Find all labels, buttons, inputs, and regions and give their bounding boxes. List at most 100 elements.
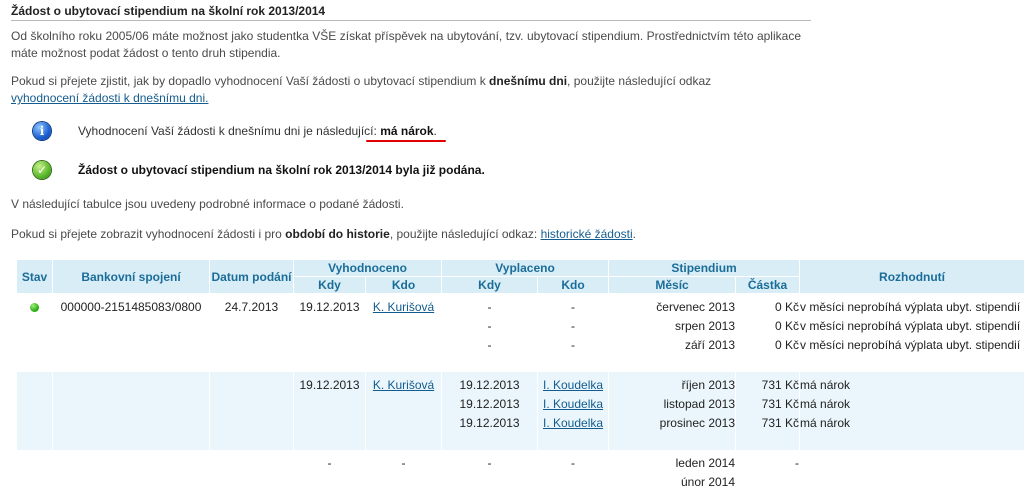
castka: 731 Kč xyxy=(736,414,799,433)
mesic: prosinec 2013 xyxy=(609,414,735,433)
vyh-kdo-cell: K. Kurišová xyxy=(366,372,442,450)
mesic: únor 2014 xyxy=(609,473,735,492)
header-vyp-kdy: Kdy xyxy=(442,277,538,294)
mesic: leden 2014 xyxy=(609,454,735,473)
vyh-kdy: - xyxy=(294,454,365,473)
vyp-kdy-cell: 19.12.2013 19.12.2013 19.12.2013 xyxy=(442,372,538,450)
info-notice-text: Vyhodnocení Vaší žádosti k dnešnímu dni … xyxy=(78,124,437,138)
vyh-kdy-cell: 19.12.2013 xyxy=(294,294,366,373)
table-row: 000000-2151485083/0800 24.7.2013 19.12.2… xyxy=(17,294,1024,373)
history-paragraph: Pokud si přejete zobrazit vyhodnocení žá… xyxy=(11,226,801,243)
success-notice-text: Žádost o ubytovací stipendium na školní … xyxy=(78,163,485,177)
evaluator-link[interactable]: K. Kurišová xyxy=(373,300,434,314)
history-bold: období do historie xyxy=(285,227,390,241)
table-row: - - - - leden 2014 únor 2014 - xyxy=(17,450,1024,492)
header-datum: Datum podání xyxy=(210,260,294,294)
rozhodnuti-cell: v měsíci neprobíhá výplata ubyt. stipend… xyxy=(800,294,1024,373)
vyp-kdo-cell: I. Koudelka I. Koudelka I. Koudelka xyxy=(538,372,609,450)
mesic: listopad 2013 xyxy=(609,395,735,414)
mesic-cell: říjen 2013 listopad 2013 prosinec 2013 xyxy=(609,372,736,450)
payer-link[interactable]: I. Koudelka xyxy=(543,397,603,411)
vyp-kdy-cell: - - - xyxy=(442,294,538,373)
header-bank: Bankovní spojení xyxy=(53,260,210,294)
castka: 731 Kč xyxy=(736,376,799,395)
vyh-kdy: 19.12.2013 xyxy=(294,376,365,395)
historical-requests-link[interactable]: historické žádosti xyxy=(541,227,633,241)
castka: 731 Kč xyxy=(736,395,799,414)
table-row: 19.12.2013 K. Kurišová 19.12.2013 19.12.… xyxy=(17,372,1024,450)
bank-account: 000000-2151485083/0800 xyxy=(53,298,209,317)
payer-link[interactable]: I. Koudelka xyxy=(543,416,603,430)
castka-cell: 731 Kč 731 Kč 731 Kč xyxy=(736,372,800,450)
vyp-kdy-cell: - xyxy=(442,450,538,492)
vyp-kdy: 19.12.2013 xyxy=(442,395,537,414)
today-text-before: Pokud si přejete zjistit, jak by dopadlo… xyxy=(11,74,489,88)
vyp-kdy: - xyxy=(442,317,537,336)
vyh-kdy-cell: - xyxy=(294,450,366,492)
vyp-kdo-cell: - - - xyxy=(538,294,609,373)
evaluator-link[interactable]: K. Kurišová xyxy=(373,378,434,392)
vyp-kdy: 19.12.2013 xyxy=(442,414,537,433)
status-cell xyxy=(17,294,53,373)
mesic: červenec 2013 xyxy=(609,298,735,317)
mesic: srpen 2013 xyxy=(609,317,735,336)
today-text-after: , použijte následující odkaz xyxy=(567,74,711,88)
header-stav: Stav xyxy=(17,260,53,294)
header-mesic: Měsíc xyxy=(609,277,736,294)
vyp-kdy: - xyxy=(442,454,537,473)
success-notice: ✓ Žádost o ubytovací stipendium na školn… xyxy=(33,161,485,179)
title-divider xyxy=(11,20,811,21)
vyh-kdo-cell: K. Kurišová xyxy=(366,294,442,373)
status-cell xyxy=(17,450,53,492)
status-cell xyxy=(17,372,53,450)
intro-text: Od školního roku 2005/06 máte možnost ja… xyxy=(11,28,801,62)
header-vyh-kdy: Kdy xyxy=(294,277,366,294)
bank-cell xyxy=(53,450,210,492)
header-vyplaceno: Vyplaceno xyxy=(442,260,609,277)
vyh-kdy: 19.12.2013 xyxy=(294,298,365,317)
rozhodnuti-cell: má nárok má nárok má nárok xyxy=(800,372,1024,450)
status-green-dot-icon xyxy=(30,303,39,312)
vyh-kdy-cell: 19.12.2013 xyxy=(294,372,366,450)
vyp-kdo: - xyxy=(538,298,608,317)
vyh-kdo: - xyxy=(366,454,441,473)
today-evaluation-link[interactable]: vyhodnocení žádosti k dnešnímu dni. xyxy=(11,91,208,105)
stipend-table: Stav Bankovní spojení Datum podání Vyhod… xyxy=(16,259,1024,492)
history-text-before: Pokud si přejete zobrazit vyhodnocení žá… xyxy=(11,227,285,241)
today-bold: dnešnímu dni xyxy=(489,74,567,88)
vyp-kdo-cell: - xyxy=(538,450,609,492)
rozhodnuti-cell xyxy=(800,450,1024,492)
payer-link[interactable]: I. Koudelka xyxy=(543,378,603,392)
mesic-cell: červenec 2013 srpen 2013 září 2013 xyxy=(609,294,736,373)
history-text-after: , použijte následující odkaz: xyxy=(390,227,541,241)
page: Žádost o ubytovací stipendium na školní … xyxy=(11,0,1024,478)
bank-cell xyxy=(53,372,210,450)
bank-cell: 000000-2151485083/0800 xyxy=(53,294,210,373)
vyp-kdo: - xyxy=(538,336,608,355)
header-rozhodnuti: Rozhodnutí xyxy=(800,260,1024,294)
page-title: Žádost o ubytovací stipendium na školní … xyxy=(11,4,325,18)
rozhodnuti: má nárok xyxy=(800,376,1024,395)
header-stipendium: Stipendium xyxy=(609,260,800,277)
header-vyhodnoceno: Vyhodnoceno xyxy=(294,260,442,277)
rozhodnuti: má nárok xyxy=(800,414,1024,433)
castka: 0 Kč xyxy=(736,298,799,317)
header-vyh-kdo: Kdo xyxy=(366,277,442,294)
vyp-kdo: - xyxy=(538,317,608,336)
header-vyp-kdo: Kdo xyxy=(538,277,609,294)
mesic: září 2013 xyxy=(609,336,735,355)
datum-cell xyxy=(210,372,294,450)
castka: - xyxy=(736,454,799,473)
info-result: má nárok xyxy=(380,124,433,138)
castka-cell: 0 Kč 0 Kč 0 Kč xyxy=(736,294,800,373)
vyp-kdy: - xyxy=(442,336,537,355)
datum-cell xyxy=(210,450,294,492)
checkmark-icon: ✓ xyxy=(33,161,51,179)
rozhodnuti: má nárok xyxy=(800,395,1024,414)
history-suffix: . xyxy=(633,227,636,241)
mesic: říjen 2013 xyxy=(609,376,735,395)
today-paragraph: Pokud si přejete zjistit, jak by dopadlo… xyxy=(11,73,801,107)
info-notice-label: Vyhodnocení Vaší žádosti k dnešnímu dni … xyxy=(78,124,380,138)
vyh-kdo-cell: - xyxy=(366,450,442,492)
table-intro-text: V následující tabulce jsou uvedeny podro… xyxy=(11,196,801,213)
